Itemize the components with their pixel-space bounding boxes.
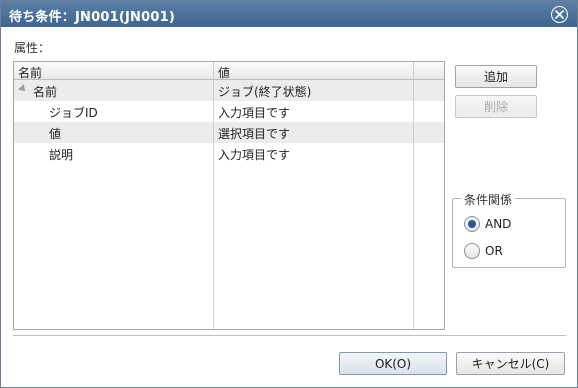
grid-row[interactable]: 値 選択項目です (14, 122, 444, 143)
column-divider (413, 62, 414, 329)
radio-and-label: AND (485, 217, 512, 231)
row-name: 説明 (49, 148, 74, 162)
condition-relation-group: 条件関係 AND OR (452, 191, 566, 268)
collapse-triangle-icon[interactable] (18, 84, 28, 94)
row-value[interactable]: 選択項目です (218, 125, 290, 142)
row-value[interactable]: 入力項目です (218, 104, 290, 121)
column-header-name[interactable]: 名前 (18, 64, 42, 81)
attribute-grid: 名前 値 名前 ジョブ(終了状態) ジョブID 入力項目です 値 選択項目です … (13, 61, 445, 330)
grid-row[interactable]: 名前 ジョブ(終了状態) (14, 80, 444, 101)
dialog-title: 待ち条件：JN001(JN001) (9, 10, 175, 25)
row-value[interactable]: 入力項目です (218, 146, 290, 163)
radio-or[interactable]: OR (464, 242, 503, 260)
close-icon[interactable] (551, 6, 568, 23)
radio-or-label: OR (485, 244, 503, 258)
cancel-button[interactable]: キャンセル(C) (456, 352, 565, 375)
wait-condition-dialog: 待ち条件：JN001(JN001) 属性： 名前 値 名前 ジョブ(終了状態) … (0, 0, 578, 388)
column-divider (213, 62, 214, 329)
row-name: ジョブID (49, 106, 98, 120)
row-value: ジョブ(終了状態) (218, 85, 312, 99)
ok-button[interactable]: OK(O) (339, 352, 447, 375)
condition-relation-legend: 条件関係 (461, 191, 516, 208)
attributes-label: 属性： (14, 41, 51, 55)
grid-row[interactable]: 説明 入力項目です (14, 143, 444, 164)
footer-separator (13, 335, 566, 336)
grid-row[interactable]: ジョブID 入力項目です (14, 101, 444, 122)
delete-button: 削除 (455, 95, 537, 118)
title-bar: 待ち条件：JN001(JN001) (1, 1, 577, 27)
grid-header: 名前 値 (14, 62, 444, 80)
add-button[interactable]: 追加 (455, 65, 537, 88)
radio-unchecked-icon[interactable] (464, 243, 480, 259)
row-name: 値 (49, 127, 62, 141)
row-name: 名前 (33, 85, 58, 99)
column-header-value[interactable]: 値 (218, 64, 230, 81)
radio-and[interactable]: AND (464, 215, 511, 233)
radio-checked-icon[interactable] (464, 216, 480, 232)
